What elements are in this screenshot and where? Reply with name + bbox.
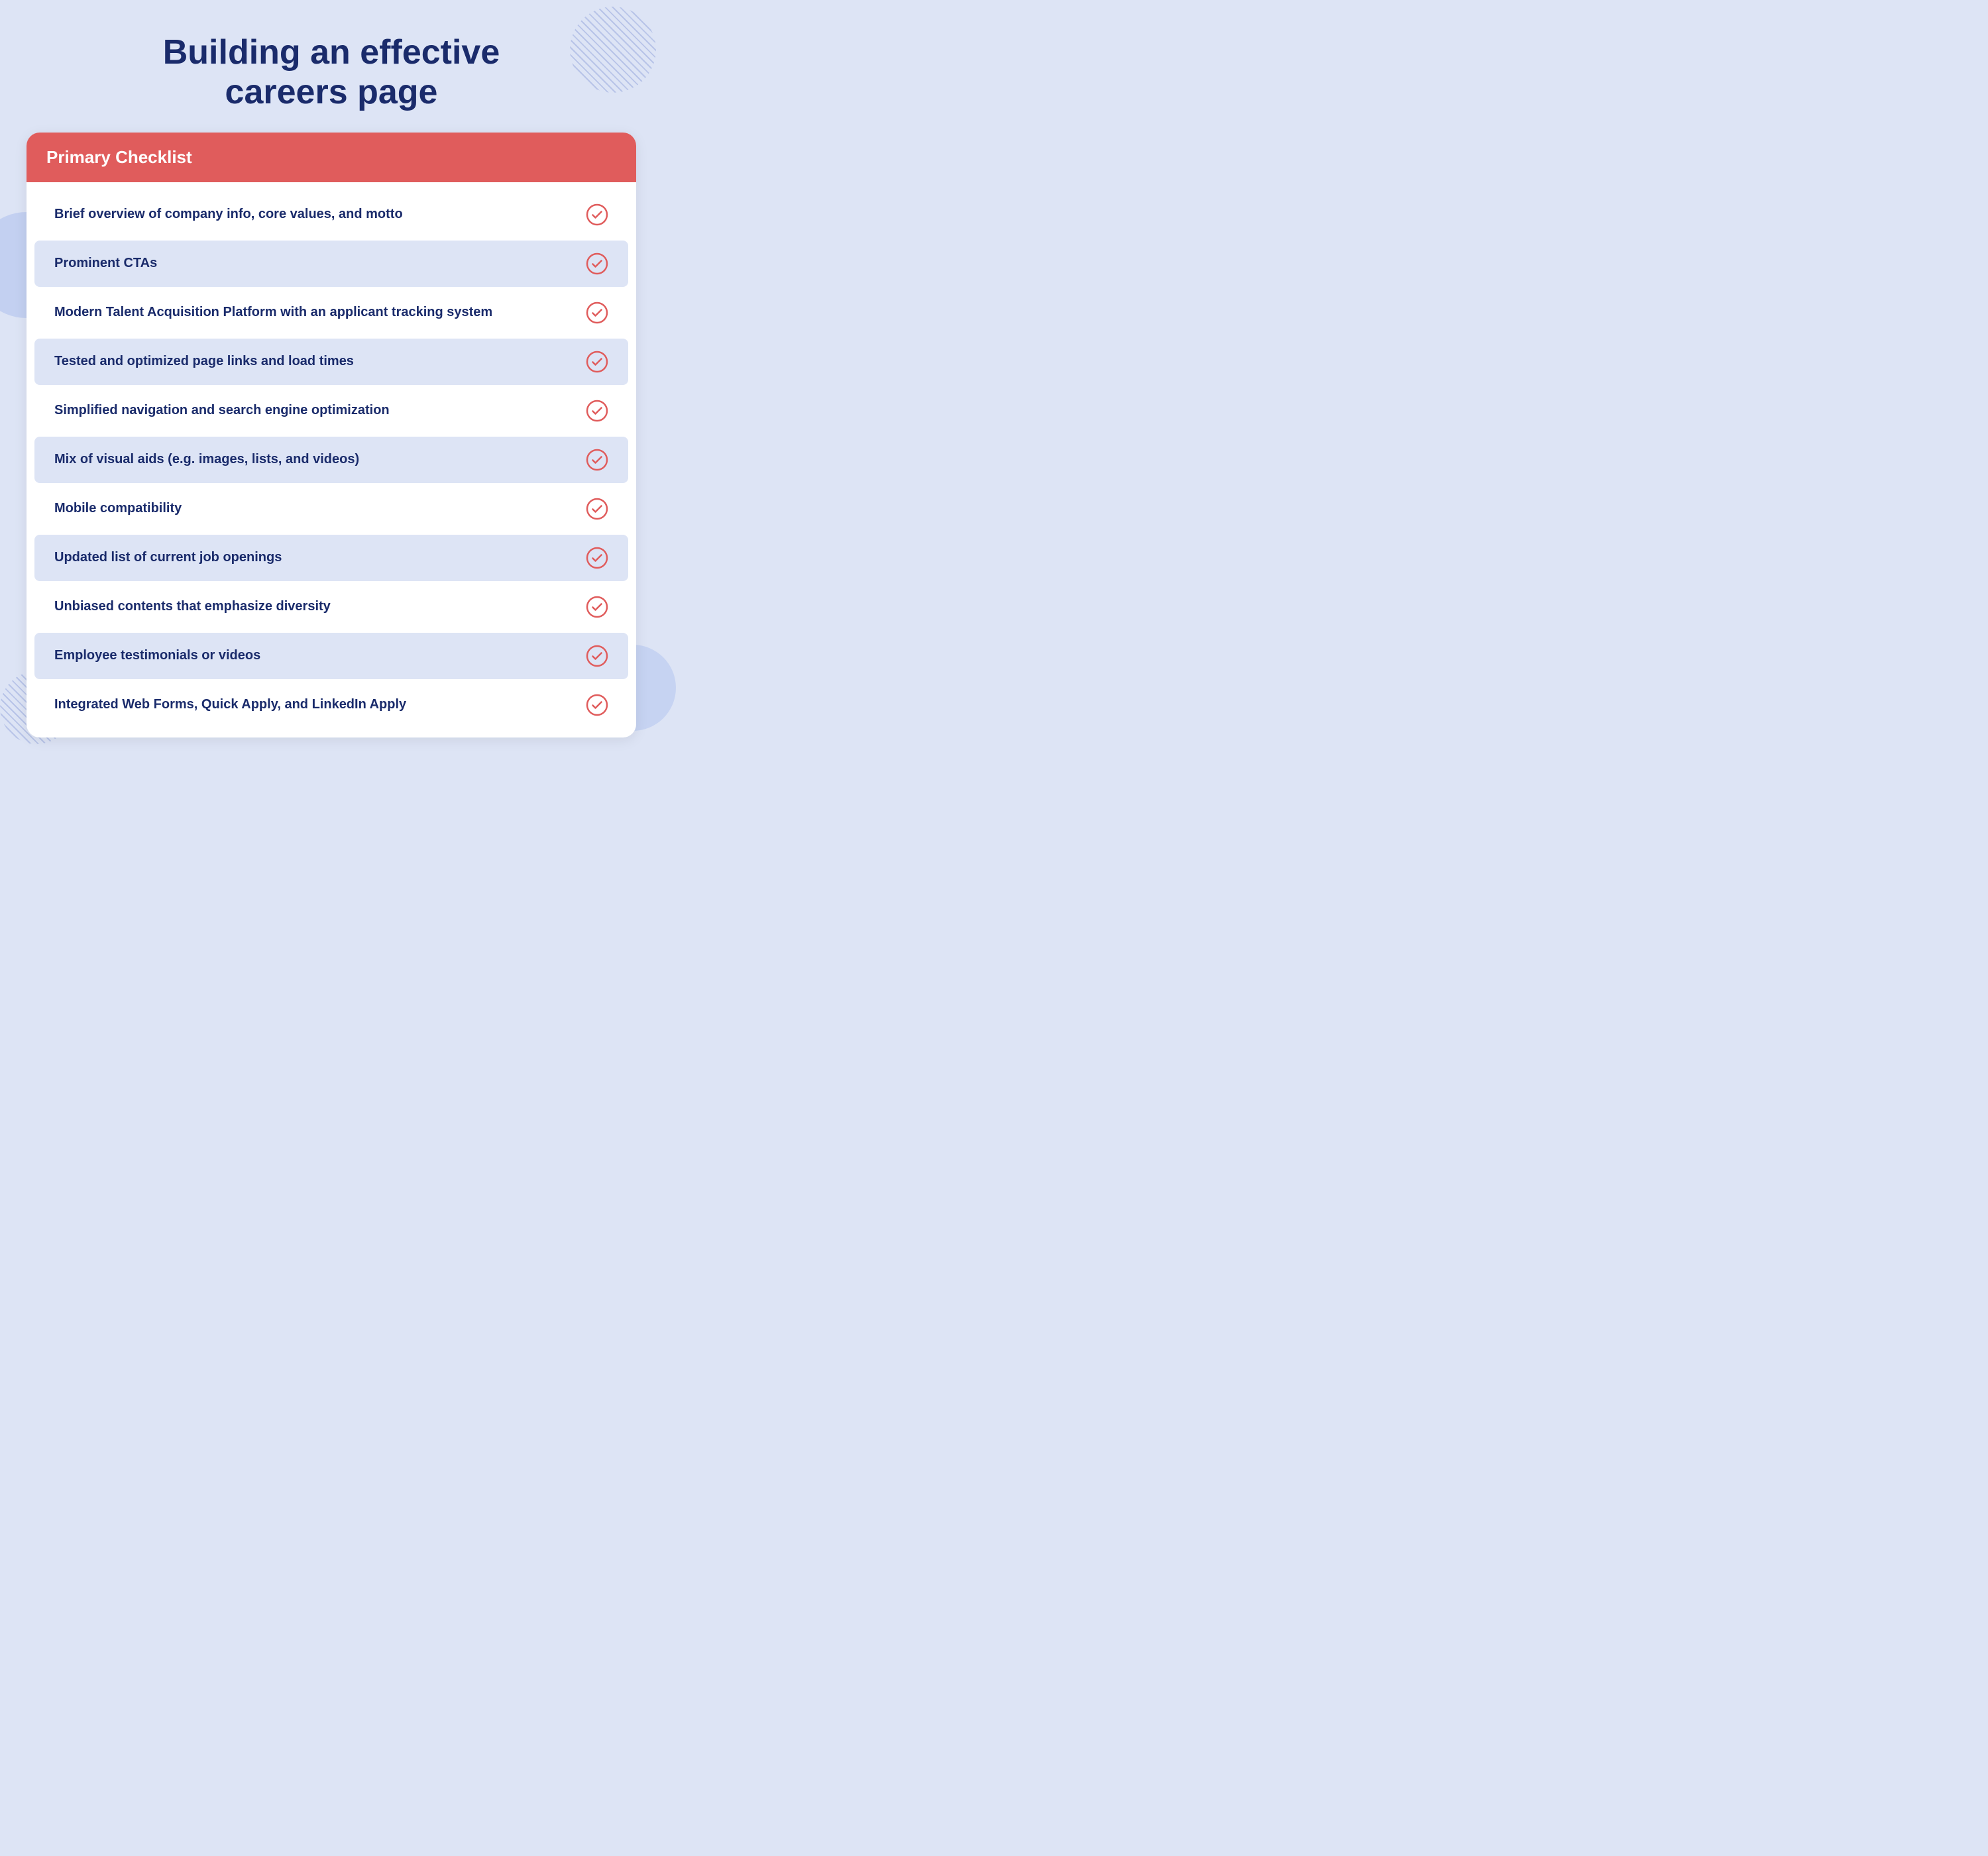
check-circle-icon: [586, 449, 608, 471]
row-label: Simplified navigation and search engine …: [54, 403, 586, 418]
checklist-row: Brief overview of company info, core val…: [34, 191, 628, 238]
check-circle-icon: [586, 351, 608, 373]
checklist-card: Primary Checklist Brief overview of comp…: [27, 133, 636, 737]
card-header: Primary Checklist: [27, 133, 636, 182]
check-circle-icon: [586, 203, 608, 226]
check-circle-icon: [586, 547, 608, 569]
row-label: Mobile compatibility: [54, 501, 586, 516]
checklist-row: Integrated Web Forms, Quick Apply, and L…: [34, 682, 628, 728]
check-circle-icon: [586, 400, 608, 422]
checklist-row: Simplified navigation and search engine …: [34, 388, 628, 434]
row-label: Unbiased contents that emphasize diversi…: [54, 599, 586, 614]
decorative-blob-top-right: [570, 7, 656, 93]
check-circle-icon: [586, 252, 608, 275]
row-label: Employee testimonials or videos: [54, 648, 586, 663]
checklist-row: Mobile compatibility: [34, 486, 628, 532]
check-circle-icon: [586, 498, 608, 520]
check-circle-icon: [586, 645, 608, 667]
page-title: Building an effective careers page: [163, 33, 500, 113]
row-label: Integrated Web Forms, Quick Apply, and L…: [54, 697, 586, 712]
row-label: Mix of visual aids (e.g. images, lists, …: [54, 452, 586, 467]
row-label: Tested and optimized page links and load…: [54, 354, 586, 369]
checklist-body: Brief overview of company info, core val…: [27, 182, 636, 737]
checklist-row: Unbiased contents that emphasize diversi…: [34, 584, 628, 630]
checklist-row: Prominent CTAs: [34, 241, 628, 287]
title-line-2: careers page: [225, 73, 438, 111]
check-circle-icon: [586, 301, 608, 324]
checklist-row: Employee testimonials or videos: [34, 633, 628, 679]
row-label: Modern Talent Acquisition Platform with …: [54, 305, 586, 320]
row-label: Brief overview of company info, core val…: [54, 207, 586, 222]
card-header-title: Primary Checklist: [46, 147, 192, 167]
checklist-row: Tested and optimized page links and load…: [34, 339, 628, 385]
row-label: Prominent CTAs: [54, 256, 586, 271]
checklist-row: Modern Talent Acquisition Platform with …: [34, 290, 628, 336]
check-circle-icon: [586, 694, 608, 716]
title-line-1: Building an effective: [163, 33, 500, 72]
checklist-row: Updated list of current job openings: [34, 535, 628, 581]
check-circle-icon: [586, 596, 608, 618]
checklist-row: Mix of visual aids (e.g. images, lists, …: [34, 437, 628, 483]
row-label: Updated list of current job openings: [54, 550, 586, 565]
